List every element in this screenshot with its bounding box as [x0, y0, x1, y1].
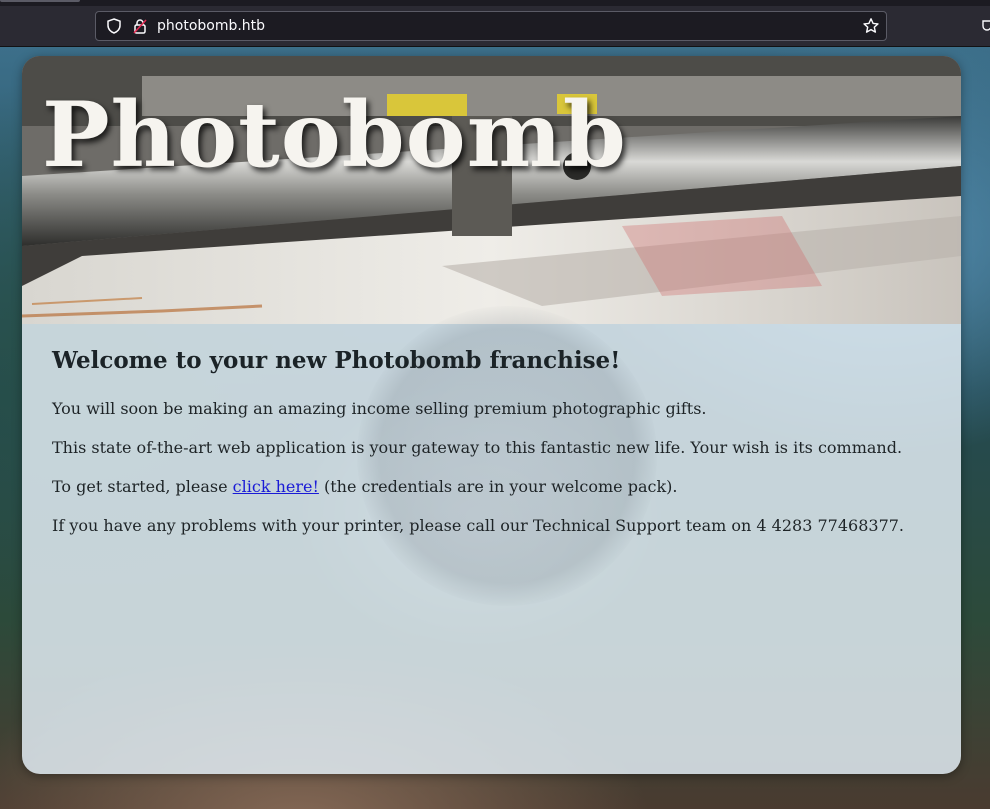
- support-paragraph: If you have any problems with your print…: [52, 516, 905, 535]
- main-card: Photobomb Welcome to your new Photobomb …: [22, 56, 961, 774]
- gateway-paragraph: This state of-the-art web application is…: [52, 438, 903, 457]
- address-bar[interactable]: photobomb.htb: [95, 11, 887, 41]
- get-started-text: To get started, please: [52, 477, 233, 496]
- active-tab-indicator[interactable]: [0, 0, 80, 2]
- hero-banner: Photobomb: [22, 56, 961, 324]
- intro-paragraph: You will soon be making an amazing incom…: [52, 399, 707, 418]
- welcome-heading: Welcome to your new Photobomb franchise!: [52, 347, 621, 374]
- shield-icon[interactable]: [106, 18, 122, 34]
- tab-strip: [0, 0, 990, 6]
- lock-icon[interactable]: [132, 18, 148, 34]
- get-started-paragraph: To get started, please click here! (the …: [52, 476, 932, 498]
- site-title: Photobomb: [42, 82, 627, 188]
- url-text[interactable]: photobomb.htb: [157, 17, 265, 35]
- click-here-link[interactable]: click here!: [233, 477, 319, 496]
- pocket-icon[interactable]: [982, 18, 990, 32]
- star-icon[interactable]: [862, 17, 880, 35]
- browser-toolbar: photobomb.htb: [0, 0, 990, 47]
- credentials-note: (the credentials are in your welcome pac…: [318, 477, 678, 496]
- welcome-content: Welcome to your new Photobomb franchise!…: [52, 346, 932, 554]
